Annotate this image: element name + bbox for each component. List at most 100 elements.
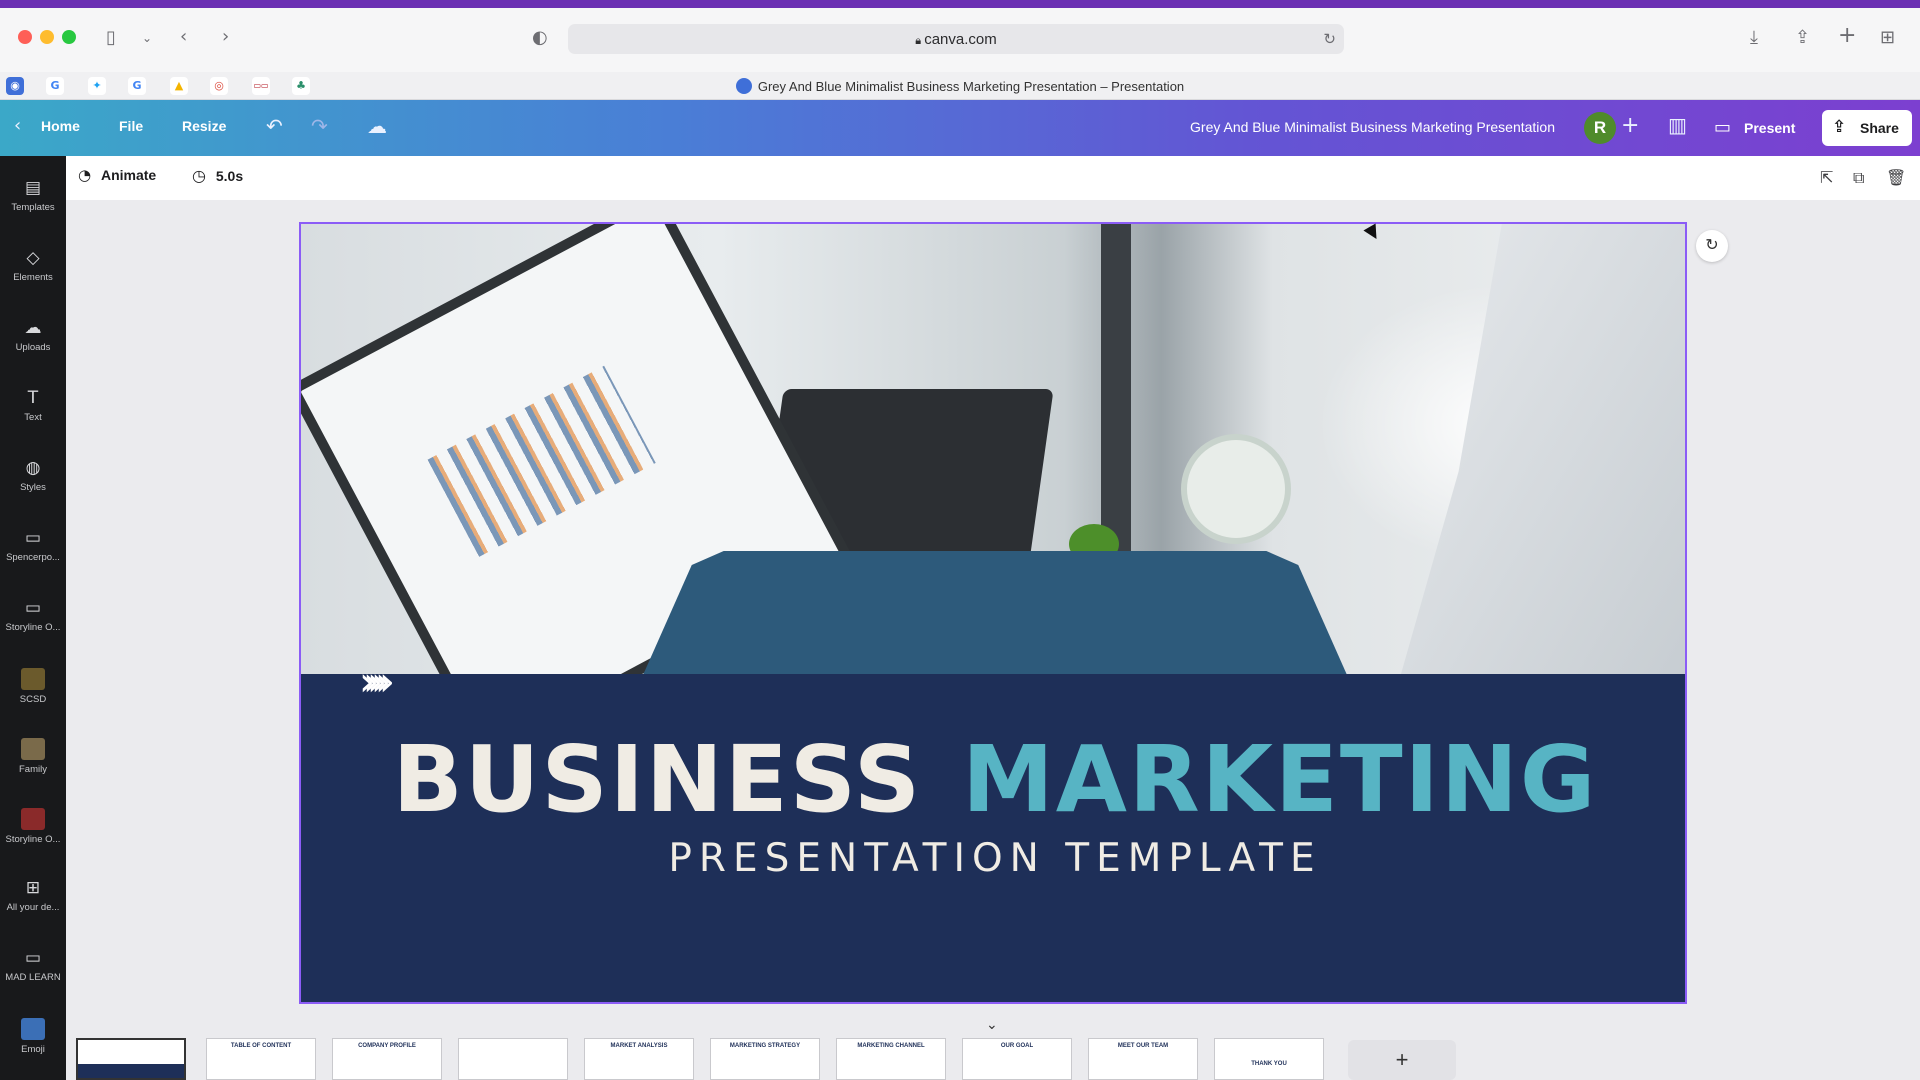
page-thumbnail-9[interactable]: MEET OUR TEAM xyxy=(1088,1038,1198,1080)
page-thumbnail-5[interactable]: MARKET ANALYSIS xyxy=(584,1038,694,1080)
elements-icon: ◇ xyxy=(26,248,40,268)
animate-icon: ◔ xyxy=(78,166,92,184)
duration-button[interactable]: ◷ 5.0s xyxy=(192,166,243,192)
page-thumbnail-3[interactable]: COMPANY PROFILE xyxy=(332,1038,442,1080)
emoji-icon xyxy=(21,1018,45,1040)
back-chevron-icon[interactable]: ‹ xyxy=(14,115,21,136)
sidebar-item-templates[interactable]: ▤ Templates xyxy=(0,170,66,230)
title-banner[interactable]: ›››››› BUSINESS MARKETING PRESENTATION TE… xyxy=(301,659,1685,1002)
insights-chart-icon[interactable]: ▥ xyxy=(1668,113,1687,137)
forward-icon[interactable]: › xyxy=(222,27,229,47)
slide-canvas[interactable]: ›››››› BUSINESS MARKETING PRESENTATION TE… xyxy=(299,222,1687,1004)
uploads-icon: ☁ xyxy=(24,318,42,338)
minimize-window-button[interactable] xyxy=(40,30,54,44)
downloads-icon[interactable]: ⤓ xyxy=(1750,28,1758,48)
back-icon[interactable]: ‹ xyxy=(180,27,187,47)
os-menu-strip xyxy=(0,0,1920,8)
sidebar-toggle-icon[interactable]: ▯ xyxy=(106,28,116,48)
present-screen-icon: ▭ xyxy=(1714,117,1732,138)
sidebar-item-scsd[interactable]: SCSD xyxy=(0,660,66,720)
grid-icon: ⊞ xyxy=(25,878,41,898)
storyline-thumbnail-icon xyxy=(21,808,45,830)
editor-area: ◔ Animate ◷ 5.0s ⇱ ⧉ 🗑︎ ›››››› BUSINESS M… xyxy=(66,156,1920,1080)
url-text: canva.com xyxy=(924,31,997,48)
zoom-window-button[interactable] xyxy=(62,30,76,44)
shield-icon[interactable]: ◐ xyxy=(532,28,548,48)
sidebar-item-elements[interactable]: ◇ Elements xyxy=(0,240,66,300)
subtitle-text[interactable]: PRESENTATION TEMPLATE xyxy=(301,836,1685,881)
duration-label: 5.0s xyxy=(215,168,244,184)
scsd-thumbnail-icon xyxy=(21,668,45,690)
folder-icon: ▭ xyxy=(24,598,42,618)
sidebar-item-all-designs[interactable]: ⊞ All your de... xyxy=(0,870,66,930)
page-thumbnail-10[interactable]: THANK YOU xyxy=(1214,1038,1324,1080)
canva-toolbar: ‹ Home File Resize ↶ ↷ ☁ Grey And Blue M… xyxy=(0,100,1920,156)
duplicate-page-icon[interactable]: ⧉ xyxy=(1853,168,1864,188)
close-window-button[interactable] xyxy=(18,30,32,44)
sidebar-item-family[interactable]: Family xyxy=(0,730,66,790)
add-collaborator-icon[interactable]: + xyxy=(1621,113,1639,138)
browser-toolbar: ▯ ⌄ ‹ › ◐ 🔒︎ canva.com ↻ ⤓ ⇪ + ⊞ xyxy=(0,8,1920,76)
tab-title-text: Grey And Blue Minimalist Business Market… xyxy=(757,79,1185,94)
headline-word-1: BUSINESS xyxy=(392,726,923,833)
sidebar-item-spencerpo-folder[interactable]: ▭ Spencerpo... xyxy=(0,520,66,580)
animate-label: Animate xyxy=(100,167,157,183)
animate-button[interactable]: ◔ Animate xyxy=(78,166,156,192)
add-page-button[interactable]: + xyxy=(1348,1040,1456,1080)
tab-favicon-icon xyxy=(735,78,752,94)
sidebar-item-emoji[interactable]: Emoji xyxy=(0,1010,66,1070)
home-button[interactable]: Home xyxy=(41,118,80,134)
page-thumbnail-7[interactable]: MARKETING CHANNEL xyxy=(836,1038,946,1080)
active-tab-title[interactable]: Grey And Blue Minimalist Business Market… xyxy=(0,78,1920,94)
headline-word-2: MARKETING xyxy=(962,726,1598,833)
sidebar-item-mad-learn[interactable]: ▭ MAD LEARN xyxy=(0,940,66,1000)
new-tab-icon[interactable]: + xyxy=(1838,25,1856,47)
sidebar-item-text[interactable]: T Text xyxy=(0,380,66,440)
delete-page-icon[interactable]: 🗑︎ xyxy=(1886,168,1906,187)
text-icon: T xyxy=(27,388,39,408)
editor-context-bar: ◔ Animate ◷ 5.0s ⇱ ⧉ 🗑︎ xyxy=(66,156,1920,200)
styles-icon: ◍ xyxy=(25,458,41,478)
lock-icon: 🔒︎ xyxy=(915,35,925,47)
sidebar-item-uploads[interactable]: ☁ Uploads xyxy=(0,310,66,370)
redo-icon[interactable]: ↷ xyxy=(311,114,328,138)
page-thumbnail-1[interactable] xyxy=(76,1038,186,1080)
family-thumbnail-icon xyxy=(21,738,45,760)
photo-clock xyxy=(1181,434,1291,544)
sidebar-item-storyline-folder[interactable]: ▭ Storyline O... xyxy=(0,590,66,650)
chevron-arrows-icon[interactable]: ›››››› xyxy=(359,659,395,705)
title-tab-shape[interactable] xyxy=(635,551,1355,691)
add-page-icon[interactable]: ⇱ xyxy=(1820,168,1833,187)
left-sidebar-rail: ▤ Templates ◇ Elements ☁ Uploads T Text ◍ Sty… xyxy=(0,156,66,1080)
templates-icon: ▤ xyxy=(24,178,42,198)
avatar[interactable]: R xyxy=(1584,112,1616,144)
page-thumbnail-8[interactable]: OUR GOAL xyxy=(962,1038,1072,1080)
resize-button[interactable]: Resize xyxy=(182,118,226,134)
folder-icon: ▭ xyxy=(24,528,42,548)
share-page-icon[interactable]: ⇪ xyxy=(1795,28,1810,48)
headline-text[interactable]: BUSINESS MARKETING xyxy=(301,726,1685,833)
sidebar-item-storyline-app[interactable]: Storyline O... xyxy=(0,800,66,860)
tab-overview-icon[interactable]: ⊞ xyxy=(1880,28,1895,48)
cloud-saved-icon[interactable]: ☁ xyxy=(367,114,387,138)
page-thumbnail-4[interactable] xyxy=(458,1038,568,1080)
share-button[interactable]: ⇪ Share xyxy=(1822,110,1912,146)
bookmarks-and-tab-row: ◉ G ✦ G ▲ ◎ ▭▭ ♣ Grey And Blue Minimalis… xyxy=(0,72,1920,100)
address-bar[interactable]: 🔒︎ canva.com ↻ xyxy=(568,24,1344,54)
photo-shirt-sleeve xyxy=(1401,224,1685,674)
folder-icon: ▭ xyxy=(24,948,42,968)
document-title[interactable]: Grey And Blue Minimalist Business Market… xyxy=(1190,119,1555,135)
page-filmstrip: TABLE OF CONTENT COMPANY PROFILE MARKET … xyxy=(66,1034,1920,1080)
add-comment-icon[interactable]: ↻ xyxy=(1696,230,1728,262)
chevron-down-icon[interactable]: ⌄ xyxy=(142,28,152,48)
file-menu-button[interactable]: File xyxy=(119,118,143,134)
sidebar-item-styles[interactable]: ◍ Styles xyxy=(0,450,66,510)
chevron-down-icon[interactable]: ⌄ xyxy=(986,1016,998,1033)
reload-icon[interactable]: ↻ xyxy=(1323,29,1336,49)
upload-share-icon: ⇪ xyxy=(1832,117,1847,137)
present-button[interactable]: ▭ Present xyxy=(1710,110,1810,146)
page-thumbnail-6[interactable]: MARKETING STRATEGY xyxy=(710,1038,820,1080)
clipboard-chart xyxy=(427,365,656,557)
page-thumbnail-2[interactable]: TABLE OF CONTENT xyxy=(206,1038,316,1080)
undo-icon[interactable]: ↶ xyxy=(266,114,283,138)
